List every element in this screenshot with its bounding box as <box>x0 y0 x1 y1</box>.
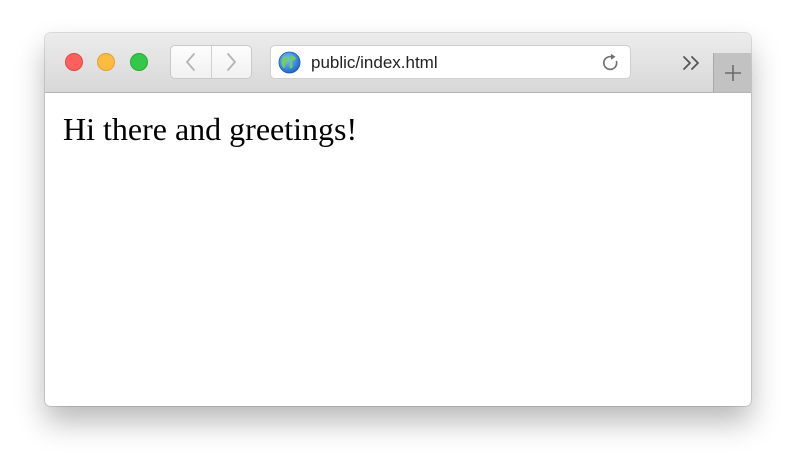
minimize-window-button[interactable] <box>97 53 115 71</box>
navigation-buttons <box>170 45 252 79</box>
zoom-window-button[interactable] <box>130 53 148 71</box>
browser-toolbar: public/index.html <box>45 33 751 93</box>
plus-icon <box>725 64 741 81</box>
page-text: Hi there and greetings! <box>63 111 358 147</box>
globe-icon <box>278 51 301 74</box>
back-button[interactable] <box>171 46 212 78</box>
address-bar[interactable]: public/index.html <box>270 45 631 79</box>
url-text: public/index.html <box>311 53 438 72</box>
chevron-right-icon <box>227 53 237 71</box>
new-tab-button[interactable] <box>713 53 751 92</box>
browser-window: public/index.html Hi there and greetings… <box>45 33 751 406</box>
forward-button[interactable] <box>212 46 252 78</box>
close-window-button[interactable] <box>65 53 83 71</box>
reload-icon[interactable] <box>600 52 622 74</box>
double-chevron-right-icon[interactable] <box>681 55 703 71</box>
page-content: Hi there and greetings! <box>45 93 751 406</box>
chevron-left-icon <box>185 53 195 71</box>
